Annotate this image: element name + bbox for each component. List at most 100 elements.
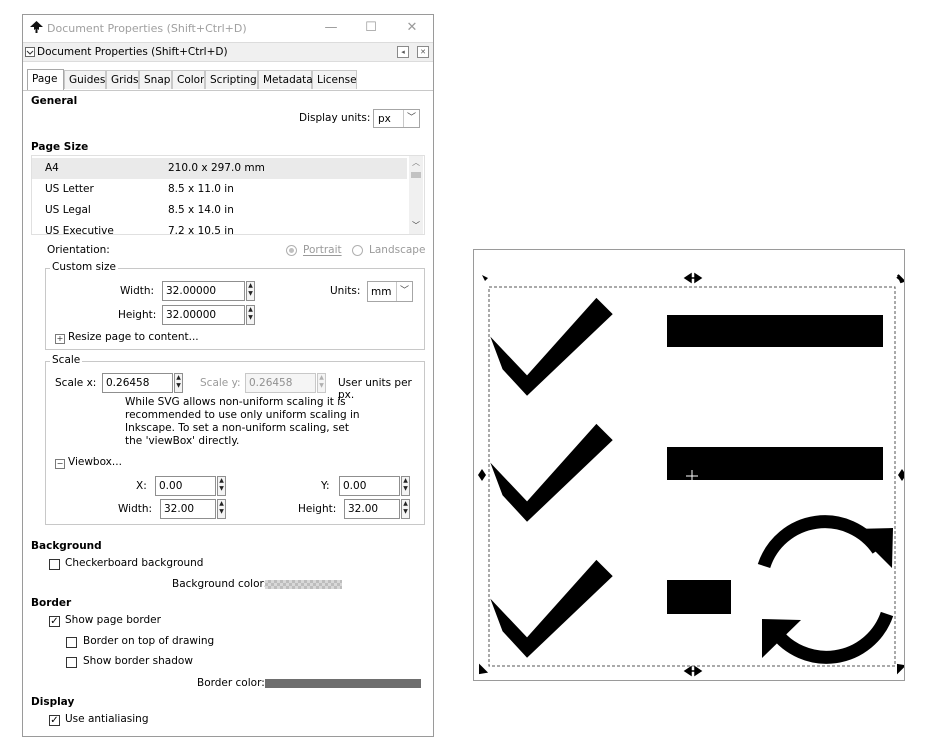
non-uniform-scaling-note: While SVG allows non-uniform scaling it … (125, 396, 360, 447)
background-color-swatch[interactable] (265, 580, 342, 589)
scroll-up-icon[interactable]: ︿ (412, 157, 420, 168)
viewbox-x-field[interactable]: 0.00 (155, 476, 216, 496)
antialiasing-checkbox[interactable]: ✓ (49, 715, 60, 726)
sync-icon (757, 515, 894, 664)
page-size-dimensions: 210.0 x 297.0 mm (168, 162, 265, 174)
orientation-label: Orientation: (47, 244, 110, 256)
viewbox-y-stepper[interactable]: ▲ ▼ (401, 476, 410, 496)
viewbox-width-field[interactable]: 32.00 (160, 499, 216, 519)
viewbox-x-label: X: (136, 480, 147, 492)
border-shadow-checkbox[interactable] (66, 657, 77, 668)
tab-metadata[interactable]: Metadata (258, 70, 313, 89)
viewbox-width-stepper[interactable]: ▲ ▼ (217, 499, 226, 519)
chevron-down-icon: ﹀ (396, 282, 412, 301)
background-heading: Background (31, 540, 102, 552)
scale-y-stepper: ▲ ▼ (317, 373, 326, 393)
scrollbar-thumb[interactable] (411, 172, 421, 178)
background-color-label: Background color: (172, 578, 268, 590)
list-item[interactable]: US Executive 7.2 x 10.5 in (32, 221, 407, 235)
viewbox-x-stepper[interactable]: ▲ ▼ (217, 476, 226, 496)
document-properties-dialog: Document Properties (Shift+Ctrl+D) — ☐ ✕… (22, 14, 434, 737)
scale-y-value: 0.26458 (249, 377, 293, 389)
checkerboard-checkbox[interactable] (49, 559, 60, 570)
display-units-select[interactable]: px ﹀ (373, 109, 420, 128)
tab-divider (23, 90, 433, 91)
check-icon (490, 423, 613, 522)
viewbox-x-value: 0.00 (159, 480, 183, 492)
height-field[interactable]: 32.00000 (162, 305, 245, 325)
corner-handle (482, 275, 488, 282)
scale-x-stepper[interactable]: ▲ ▼ (174, 373, 183, 393)
minimize-button[interactable]: — (318, 18, 344, 38)
border-shadow-label[interactable]: Show border shadow (83, 655, 193, 667)
page-size-scrollbar[interactable]: ︿ ﹀ (409, 156, 423, 234)
show-page-border-label[interactable]: Show page border (65, 614, 161, 626)
width-stepper[interactable]: ▲ ▼ (246, 281, 255, 301)
scale-x-value: 0.26458 (106, 377, 150, 389)
close-button[interactable]: ✕ (399, 18, 425, 38)
list-item[interactable]: US Legal 8.5 x 14.0 in (32, 200, 407, 221)
tab-grids[interactable]: Grids (106, 70, 139, 89)
viewbox-width-value: 32.00 (164, 503, 195, 515)
viewbox-height-stepper[interactable]: ▲ ▼ (401, 499, 410, 519)
units-select[interactable]: mm ﹀ (367, 281, 413, 302)
show-page-border-checkbox[interactable]: ✓ (49, 616, 60, 627)
border-on-top-label[interactable]: Border on top of drawing (83, 635, 214, 647)
tab-guides[interactable]: Guides (64, 70, 106, 89)
scale-x-field[interactable]: 0.26458 (102, 373, 173, 393)
scale-y-field: 0.26458 (245, 373, 316, 393)
page-size-dimensions: 8.5 x 11.0 in (168, 183, 234, 195)
dock-close-icon[interactable]: ✕ (417, 46, 429, 58)
tab-license[interactable]: License (312, 70, 357, 89)
page-size-list[interactable]: A4 210.0 x 297.0 mm US Letter 8.5 x 11.0… (31, 155, 425, 235)
window-titlebar[interactable]: Document Properties (Shift+Ctrl+D) — ☐ ✕ (23, 15, 433, 41)
border-color-label: Border color: (197, 677, 265, 689)
scroll-down-icon[interactable]: ﹀ (412, 220, 420, 231)
maximize-button[interactable]: ☐ (358, 18, 384, 38)
page-size-dimensions: 8.5 x 14.0 in (168, 204, 234, 216)
tab-snap[interactable]: Snap (139, 70, 172, 89)
width-label: Width: (120, 285, 155, 297)
list-item[interactable]: US Letter 8.5 x 11.0 in (32, 179, 407, 200)
resize-page-expander[interactable]: Resize page to content... (68, 331, 199, 343)
landscape-label[interactable]: Landscape (369, 244, 425, 256)
checkerboard-label[interactable]: Checkerboard background (65, 557, 203, 569)
tab-color[interactable]: Color (172, 70, 205, 89)
viewbox-height-field[interactable]: 32.00 (344, 499, 400, 519)
tab-page[interactable]: Page (27, 69, 64, 90)
viewbox-height-value: 32.00 (348, 503, 379, 515)
portrait-label[interactable]: Portrait (303, 244, 342, 256)
custom-size-legend: Custom size (50, 261, 118, 273)
border-heading: Border (31, 597, 72, 609)
document-canvas[interactable] (473, 249, 907, 681)
custom-size-frame: Custom size Width: 32.00000 ▲ ▼ Height: 3… (45, 261, 425, 350)
viewbox-y-field[interactable]: 0.00 (339, 476, 400, 496)
viewbox-y-value: 0.00 (343, 480, 367, 492)
page-size-name: US Legal (45, 204, 91, 216)
landscape-radio[interactable] (352, 245, 363, 256)
scale-y-label: Scale y: (200, 377, 241, 389)
antialiasing-label[interactable]: Use antialiasing (65, 713, 149, 725)
canvas-drawing[interactable] (474, 250, 907, 680)
viewbox-expander[interactable]: Viewbox... (68, 456, 122, 468)
expand-plus-icon[interactable]: + (55, 334, 65, 344)
dock-iconify-icon[interactable]: ◂ (397, 46, 409, 58)
page-size-dimensions: 7.2 x 10.5 in (168, 225, 234, 235)
dock-panel-icon (25, 47, 35, 60)
dock-header[interactable]: Document Properties (Shift+Ctrl+D) ◂ ✕ (23, 42, 433, 62)
corner-handle (897, 663, 907, 675)
collapse-minus-icon[interactable]: − (55, 459, 65, 469)
border-color-swatch[interactable] (265, 679, 421, 688)
width-value: 32.00000 (166, 285, 217, 297)
border-on-top-checkbox[interactable] (66, 637, 77, 648)
list-bar (667, 447, 883, 480)
check-icon (490, 559, 613, 658)
viewbox-height-label: Height: (298, 503, 337, 515)
width-field[interactable]: 32.00000 (162, 281, 245, 301)
tab-scripting[interactable]: Scripting (205, 70, 258, 89)
units-value: mm (371, 286, 392, 298)
edge-handle (478, 469, 486, 481)
list-item[interactable]: A4 210.0 x 297.0 mm (32, 158, 407, 179)
height-stepper[interactable]: ▲ ▼ (246, 305, 255, 325)
portrait-radio[interactable] (286, 245, 297, 256)
